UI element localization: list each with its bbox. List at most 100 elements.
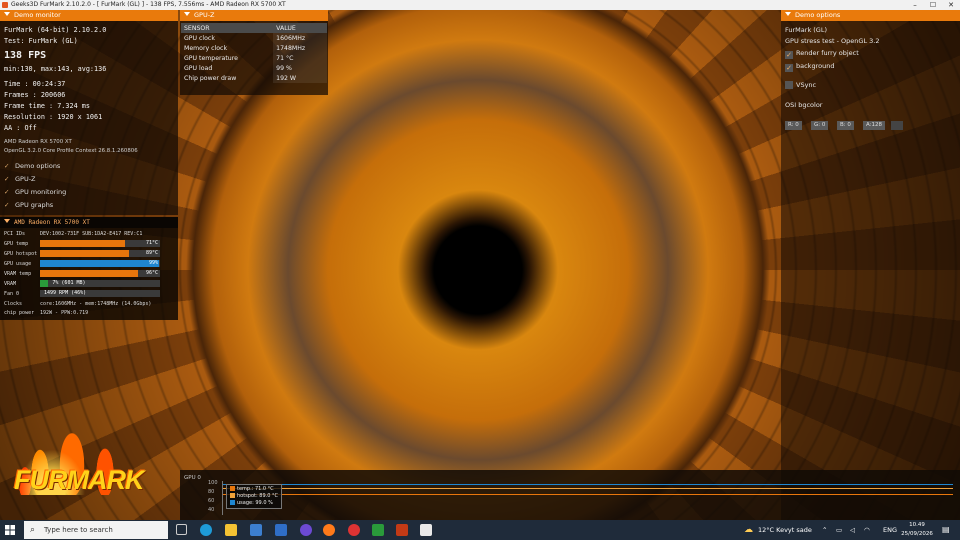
app-icon[interactable] — [300, 524, 312, 536]
weather-text[interactable]: 12°C Kevyt sade — [758, 520, 812, 540]
color-swatch[interactable] — [891, 121, 903, 130]
collapse-triangle-icon — [4, 219, 10, 223]
window-title: Geeks3D FurMark 2.10.2.0 - [ FurMark (GL… — [11, 1, 286, 8]
column-header-value: VALUE — [273, 23, 327, 33]
collapse-triangle-icon — [785, 12, 791, 16]
hw-label: GPU temp — [4, 241, 29, 247]
bgcolor-green-field[interactable]: G: 0 — [811, 121, 829, 130]
hw-row: GPU hotspot 89°C — [4, 250, 160, 258]
stat-frames: Frames : 200606 — [4, 91, 66, 99]
checkbox-gpu-graphs[interactable]: ✓ GPU graphs — [4, 201, 53, 209]
bgcolor-blue-field[interactable]: B: 0 — [837, 121, 854, 130]
hw-row: GPU usage 99% — [4, 260, 160, 268]
firefox-icon[interactable] — [323, 524, 335, 536]
temp-line — [223, 494, 953, 495]
sensor-name: GPU clock — [184, 34, 215, 42]
demo-options-header[interactable]: Demo options — [781, 10, 960, 21]
wifi-icon[interactable]: ◠ — [864, 520, 870, 540]
demo-monitor-header[interactable]: Demo monitor — [0, 10, 178, 21]
windows-start-icon[interactable] — [0, 520, 20, 540]
bgcolor-red-field[interactable]: R: 0 — [785, 121, 802, 130]
maximize-button[interactable]: ☐ — [924, 0, 942, 10]
network-icon[interactable]: ▭ — [836, 520, 842, 540]
sensor-value: 99 % — [273, 63, 327, 73]
checkbox-empty-icon — [785, 81, 793, 89]
opengl-context: OpenGL 3.2.0 Core Profile Context 26.8.1… — [4, 148, 138, 154]
gpu-monitor-header[interactable]: AMD Radeon RX 5700 XT — [0, 217, 178, 228]
search-placeholder: Type here to search — [44, 526, 113, 534]
hw-bar-fill — [40, 280, 49, 287]
gpuz-row: GPU temperature 71 °C — [181, 53, 327, 63]
legend-hotspot: hotspot: 89.0 °C — [230, 493, 278, 500]
store-icon[interactable] — [250, 524, 262, 536]
hw-row: VRAM 7% (601 MB) — [4, 280, 160, 288]
graph-legend: temp.: 71.0 °C hotspot: 89.0 °C usage: 9… — [226, 484, 282, 509]
task-view-icon[interactable] — [176, 524, 187, 535]
bgcolor-alpha-field[interactable]: A:128 — [863, 121, 886, 130]
green-app-icon[interactable] — [372, 524, 384, 536]
weather-icon[interactable]: ☁ — [744, 520, 753, 540]
edge-icon[interactable] — [200, 524, 212, 536]
legend-swatch-icon — [230, 486, 235, 491]
gpuz-row: Memory clock 1748MHz — [181, 43, 327, 53]
language-indicator[interactable]: ENG — [883, 520, 897, 540]
hw-bar-fill — [40, 240, 126, 247]
graph-gpu-label: GPU 0 — [184, 475, 201, 481]
hw-bar-fill — [40, 260, 159, 267]
checkmark-icon: ✓ — [4, 201, 10, 209]
checkbox-render-furry-object[interactable]: ✓ Render furry object — [785, 49, 859, 59]
checkmark-icon: ✓ — [785, 64, 793, 72]
monitor-app-icon[interactable] — [420, 524, 432, 536]
tray-chevron-icon[interactable]: ⌃ — [822, 520, 827, 540]
usage-line — [223, 484, 953, 485]
furmark-taskbar-icon[interactable] — [396, 524, 408, 536]
hw-label: Fan 0 — [4, 291, 20, 297]
checkbox-demo-options[interactable]: ✓ Demo options — [4, 162, 60, 170]
sensor-value: 71 °C — [273, 53, 327, 63]
hw-bar: 96°C — [40, 270, 160, 277]
hotspot-line — [223, 488, 953, 489]
checkmark-icon: ✓ — [4, 188, 10, 196]
checkbox-gpu-monitoring[interactable]: ✓ GPU monitoring — [4, 188, 66, 196]
volume-icon[interactable]: ◁ — [850, 520, 855, 540]
checkmark-icon: ✓ — [4, 162, 10, 170]
graph-tick-60: 60 — [208, 498, 215, 504]
gpuz-sensor-table: SENSOR VALUE GPU clock 1606MHz Memory cloc… — [181, 23, 327, 83]
hw-row: VRAM temp 96°C — [4, 270, 160, 278]
minimize-button[interactable]: – — [906, 0, 924, 10]
taskbar-search-box[interactable]: ⌕ Type here to search — [24, 521, 168, 539]
mail-icon[interactable] — [275, 524, 287, 536]
hw-value: 89°C — [145, 250, 158, 256]
gpuz-row: Chip power draw 192 W — [181, 73, 327, 83]
chip-power-row: chip power 192W - PPW:0.719 — [4, 310, 89, 316]
legend-temp: temp.: 71.0 °C — [230, 486, 278, 493]
legend-usage: usage: 99.0 % — [230, 500, 278, 507]
fps-readout: 138 FPS — [4, 50, 47, 61]
clock[interactable]: 10.49 25/09/2026 — [897, 520, 937, 539]
graph-tick-80: 80 — [208, 489, 215, 495]
stat-frame-time: Frame time : 7.324 ms — [4, 102, 90, 110]
logo-text: FURMARK — [14, 465, 144, 495]
demo-subtitle: GPU stress test - OpenGL 3.2 — [785, 37, 880, 45]
stat-time: Time : 00:24:37 — [4, 80, 66, 88]
gpuz-header[interactable]: GPU-Z — [180, 10, 328, 21]
sensor-name: GPU load — [184, 64, 213, 72]
checkbox-gpu-z[interactable]: ✓ GPU-Z — [4, 175, 36, 183]
column-header-sensor: SENSOR — [181, 23, 274, 33]
close-button[interactable]: ✕ — [942, 0, 960, 10]
checkbox-background[interactable]: ✓ background — [785, 62, 834, 72]
hw-bar: 89°C — [40, 250, 160, 257]
search-icon: ⌕ — [30, 525, 36, 535]
fps-stats: min:130, max:143, avg:136 — [4, 65, 107, 73]
notifications-icon[interactable]: ▤ — [942, 520, 950, 540]
checkbox-vsync[interactable]: VSync — [785, 81, 816, 89]
app-version: FurMark (64-bit) 2.10.2.0 — [4, 26, 107, 34]
checkmark-icon: ✓ — [4, 175, 10, 183]
demo-title: FurMark (GL) — [785, 26, 827, 34]
chrome-icon[interactable] — [348, 524, 360, 536]
furmark-logo: FURMARK — [10, 395, 144, 517]
demo-options-panel: Demo options FurMark (GL) GPU stress tes… — [781, 10, 960, 520]
gpuz-panel: GPU-Z SENSOR VALUE GPU clock 1606MHz Memor… — [180, 10, 328, 95]
file-explorer-icon[interactable] — [225, 524, 237, 536]
hw-bar: 7% (601 MB) — [40, 280, 160, 287]
